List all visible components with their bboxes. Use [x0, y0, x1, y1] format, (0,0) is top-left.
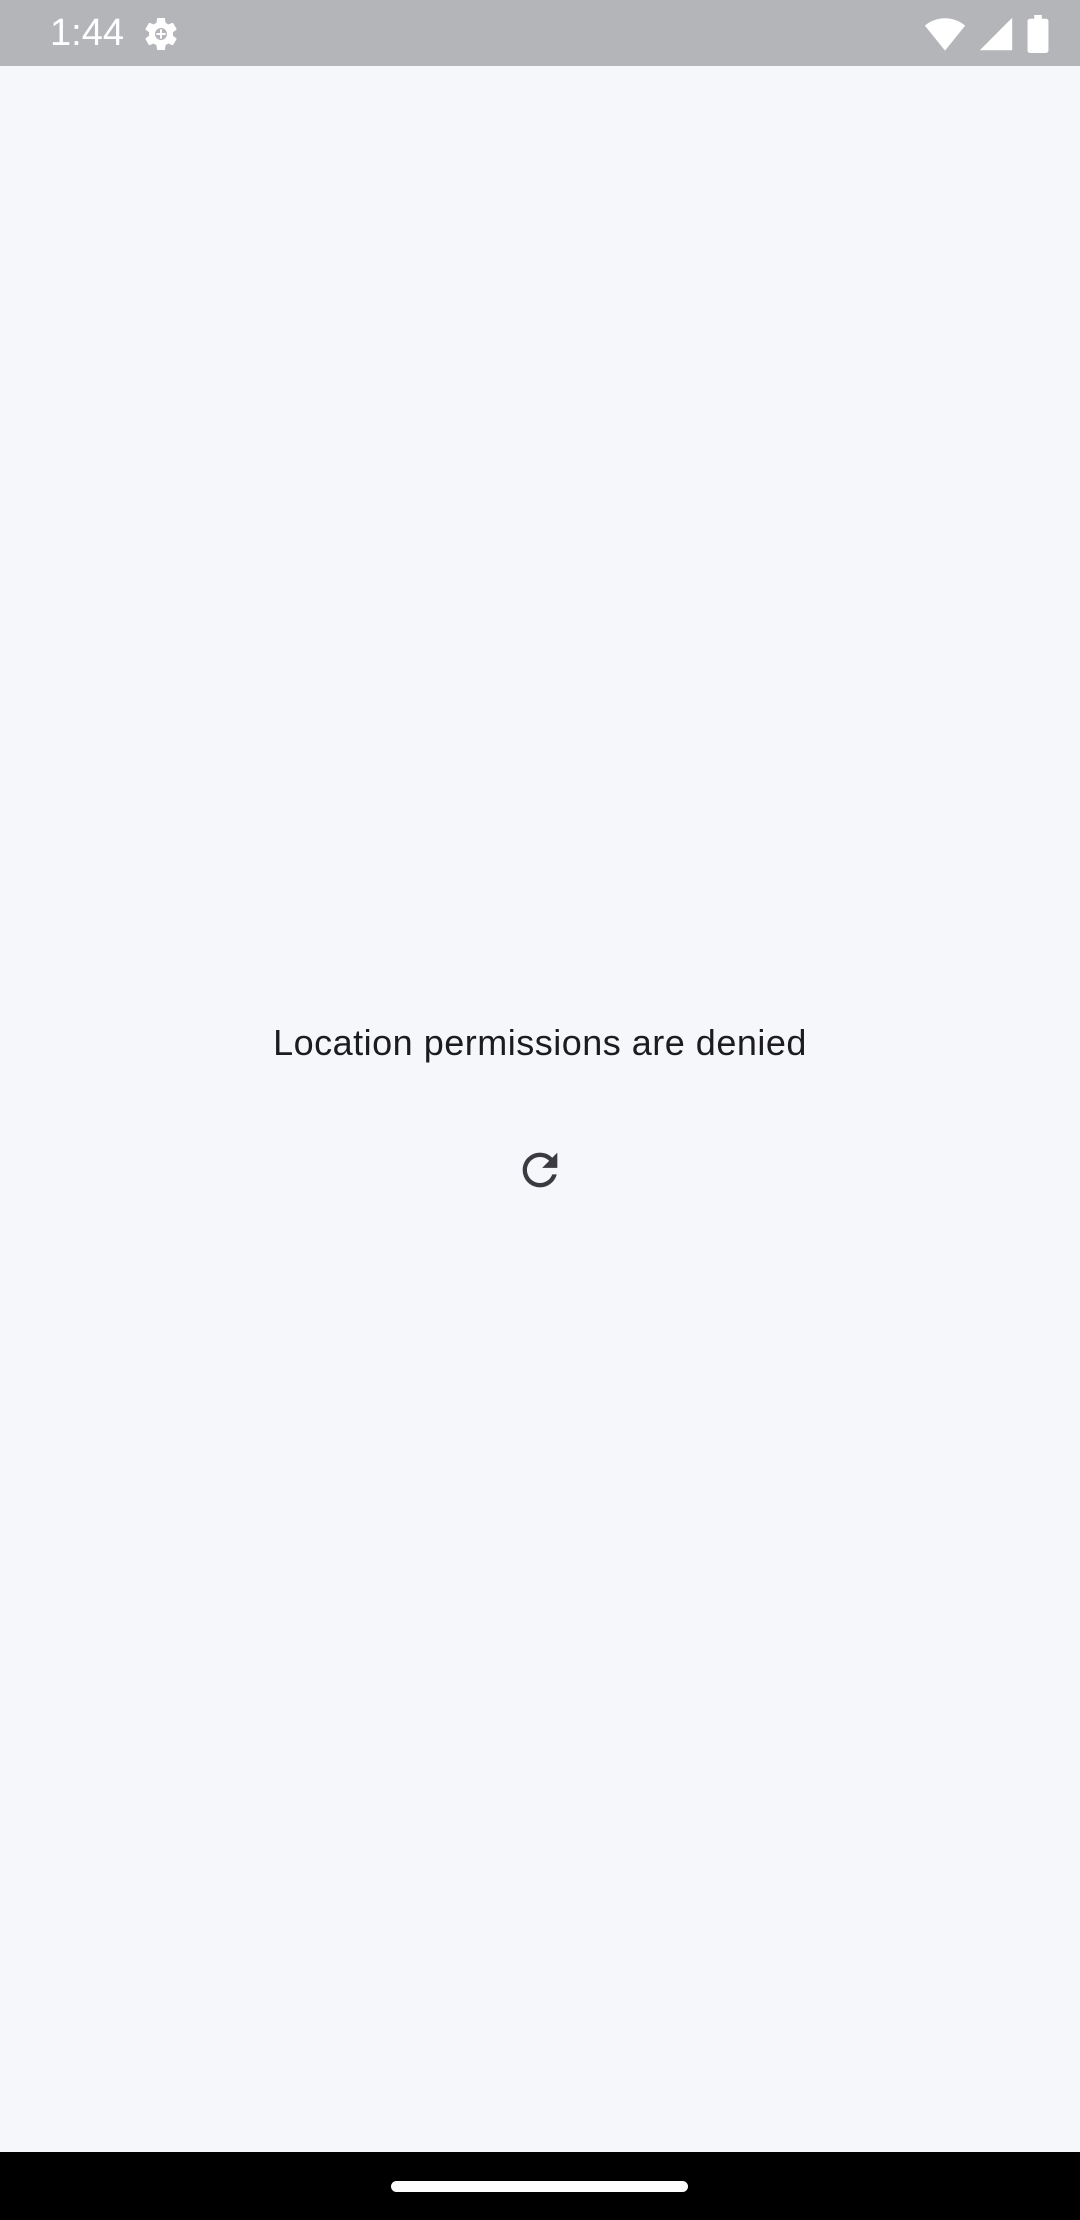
refresh-button[interactable]: [504, 1136, 576, 1208]
cellular-signal-icon: [978, 16, 1014, 52]
status-icons: [924, 14, 1050, 54]
settings-gear-icon: [141, 14, 181, 54]
app-screen: 1:44 Location permissions are denied: [0, 0, 1080, 2220]
permission-denied-message: Location permissions are denied: [273, 1022, 807, 1063]
status-bar: 1:44: [0, 0, 1080, 66]
wifi-icon: [924, 16, 966, 52]
navigation-bar: [0, 2152, 1080, 2220]
refresh-icon: [514, 1144, 566, 1201]
main-content: Location permissions are denied: [0, 66, 1080, 2152]
status-time: 1:44: [50, 12, 124, 54]
gesture-handle[interactable]: [391, 2181, 688, 2192]
battery-icon: [1026, 15, 1050, 53]
